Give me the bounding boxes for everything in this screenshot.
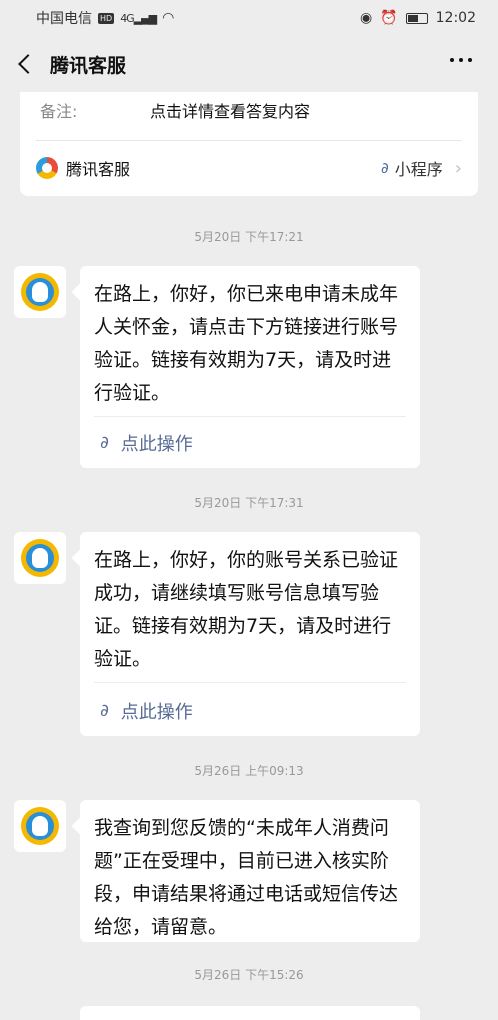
- note-row: 备注: 点击详情查看答复内容: [40, 96, 310, 124]
- avatar[interactable]: [14, 800, 66, 852]
- card-divider: [36, 140, 462, 141]
- wifi-icon: ◠: [162, 10, 175, 26]
- status-time: 12:02: [435, 10, 476, 26]
- note-label: 备注:: [40, 102, 78, 121]
- message-timestamp: 5月26日 下午15:26: [194, 968, 304, 982]
- mini-program-icon: ∂: [381, 159, 389, 177]
- carrier-label: 中国电信: [36, 11, 92, 27]
- service-card[interactable]: 备注: 点击详情查看答复内容 腾讯客服 ∂ 小程序 ›: [20, 92, 478, 196]
- card-source: 腾讯客服: [36, 156, 130, 180]
- status-left: 中国电信 HD 4G▂▄▆ ◠: [36, 8, 174, 28]
- message-text: 在路上，你好，你的账号关系已验证成功，请继续填写账号信息填写验证。链接有效期为7…: [94, 549, 399, 670]
- signal-icon: 4G▂▄▆: [120, 11, 157, 25]
- penguin-icon: [21, 807, 59, 845]
- hd-badge: HD: [98, 12, 115, 24]
- back-icon[interactable]: [16, 54, 36, 74]
- page-title: 腾讯客服: [50, 54, 127, 77]
- message-timestamp: 5月20日 下午17:31: [194, 496, 304, 510]
- card-source-name: 腾讯客服: [66, 160, 131, 179]
- action-link[interactable]: ∂ 点此操作: [100, 698, 193, 724]
- more-icon[interactable]: [446, 54, 476, 66]
- eye-icon: ◉: [359, 10, 373, 26]
- message-text: 在路上，你好，你已来电申请未成年人关怀金，请点击下方链接进行账号验证。链接有效期…: [94, 283, 399, 404]
- action-label: 点此操作: [120, 434, 193, 455]
- message-timestamp: 5月26日 上午09:13: [194, 764, 304, 778]
- mini-program-link[interactable]: ∂ 小程序 ›: [381, 156, 462, 180]
- message-timestamp: 5月20日 下午17:21: [194, 230, 304, 244]
- action-label: 点此操作: [120, 702, 193, 723]
- avatar[interactable]: [14, 532, 66, 584]
- bubble-divider: [94, 682, 406, 683]
- message-bubble[interactable]: 在路上，你好，你已来电申请未成年人关怀金，请点击下方链接进行账号验证。链接有效期…: [80, 266, 420, 468]
- message-text: 我查询到您反馈的“未成年人消费问题”正在受理中，目前已进入核实阶段，申请结果将通…: [94, 817, 399, 938]
- avatar[interactable]: [14, 266, 66, 318]
- status-icons: ◉ ⏰ 12:02: [360, 10, 476, 26]
- penguin-icon: [21, 539, 59, 577]
- bubble-divider: [94, 416, 406, 417]
- link-icon: ∂: [100, 701, 109, 721]
- mini-program-label: 小程序: [394, 160, 443, 179]
- action-link[interactable]: ∂ 点此操作: [100, 430, 193, 456]
- message-bubble[interactable]: 我查询到您反馈的“未成年人消费问题”正在受理中，目前已进入核实阶段，申请结果将通…: [80, 800, 420, 942]
- chevron-right-icon: ›: [454, 157, 462, 179]
- message-bubble[interactable]: 在路上，你好，你的账号关系已验证成功，请继续填写账号信息填写验证。链接有效期为7…: [80, 532, 420, 736]
- status-bar: 中国电信 HD 4G▂▄▆ ◠ ◉ ⏰ 12:02: [0, 0, 498, 36]
- alarm-icon: ⏰: [380, 10, 398, 26]
- penguin-icon: [21, 273, 59, 311]
- note-value: 点击详情查看答复内容: [150, 102, 311, 121]
- battery-icon: [405, 12, 428, 24]
- network-label: 4G: [120, 11, 134, 25]
- link-icon: ∂: [100, 433, 109, 453]
- title-bar: 腾讯客服: [0, 36, 498, 92]
- message-bubble[interactable]: [80, 1006, 420, 1020]
- tencent-logo-icon: [36, 157, 58, 179]
- card-footer: 腾讯客服 ∂ 小程序 ›: [36, 154, 462, 182]
